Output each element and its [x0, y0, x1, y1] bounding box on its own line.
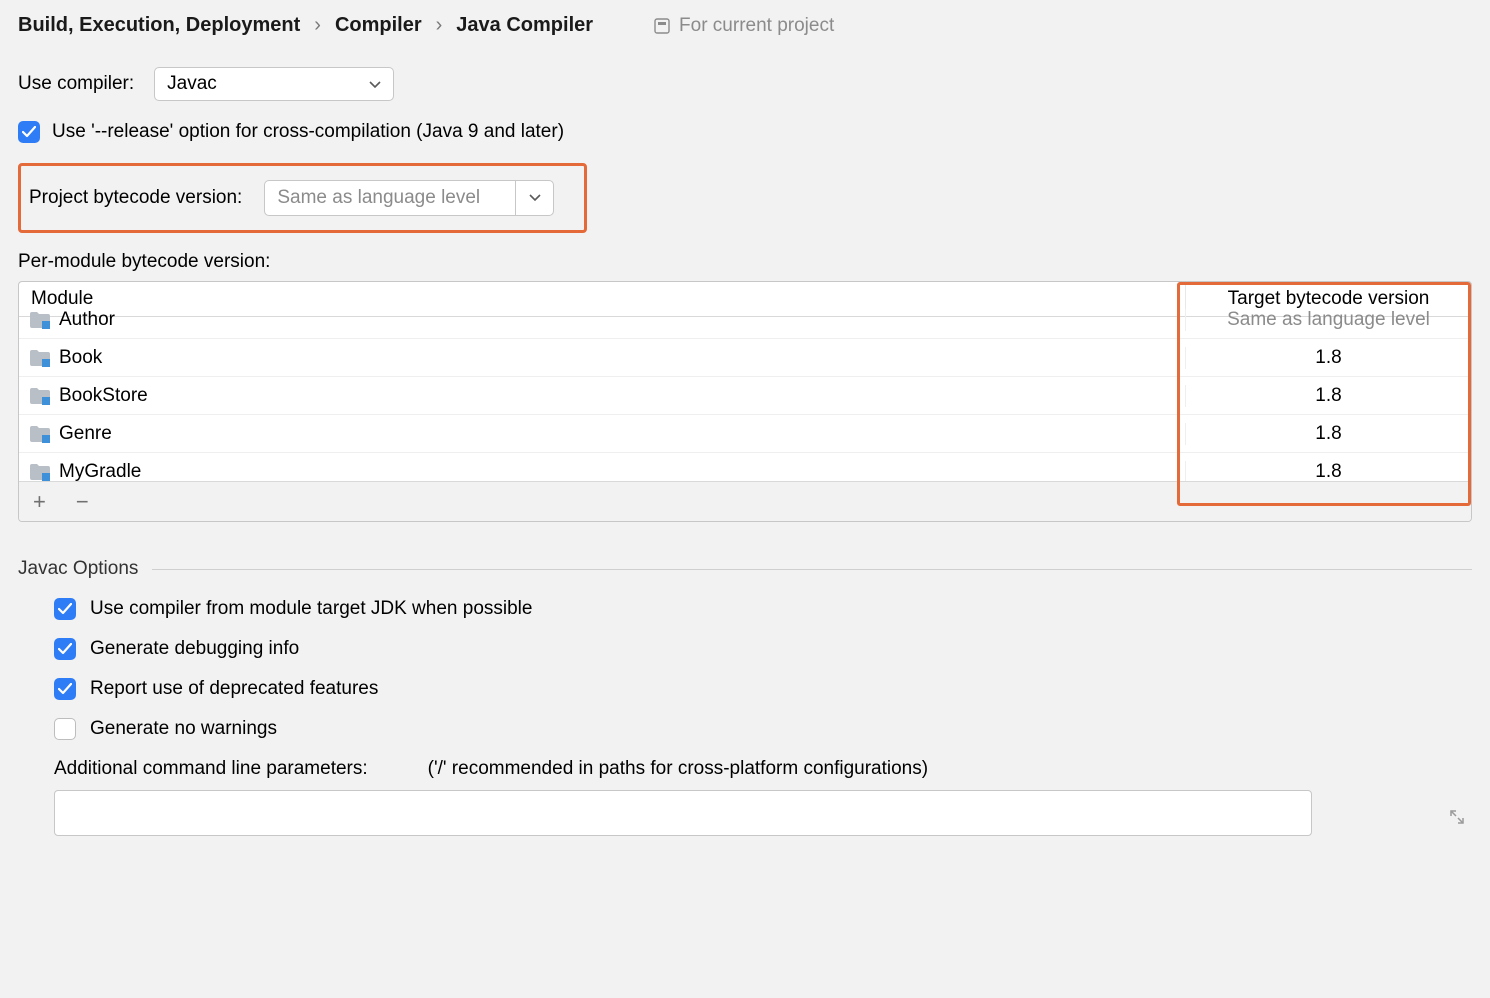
additional-params-row: Additional command line parameters: ('/'…: [18, 758, 1472, 780]
table-row[interactable]: MyGradle 1.8: [19, 453, 1471, 481]
use-module-jdk-label: Use compiler from module target JDK when…: [90, 598, 532, 620]
use-compiler-value: Javac: [167, 73, 217, 95]
add-row-button[interactable]: +: [33, 491, 46, 513]
module-name: Book: [59, 347, 102, 369]
target-bytecode-cell[interactable]: 1.8: [1185, 423, 1471, 445]
opt-use-module-jdk: Use compiler from module target JDK when…: [54, 598, 1472, 620]
table-row[interactable]: Genre 1.8: [19, 415, 1471, 453]
module-cell: Book: [19, 347, 1185, 369]
debug-info-checkbox[interactable]: [54, 638, 76, 660]
release-option-row: Use '--release' option for cross-compila…: [18, 121, 1472, 143]
remove-row-button[interactable]: −: [76, 491, 89, 513]
target-bytecode-cell[interactable]: 1.8: [1185, 385, 1471, 407]
opt-debug-info: Generate debugging info: [54, 638, 1472, 660]
module-folder-icon: [29, 311, 51, 329]
deprecated-checkbox[interactable]: [54, 678, 76, 700]
use-module-jdk-checkbox[interactable]: [54, 598, 76, 620]
javac-options-title: Javac Options: [18, 558, 138, 580]
chevron-right-icon: ›: [436, 14, 443, 37]
opt-no-warnings: Generate no warnings: [54, 718, 1472, 740]
table-toolbar: + −: [19, 481, 1471, 521]
divider-line: [152, 569, 1472, 570]
module-cell: BookStore: [19, 385, 1185, 407]
module-name: MyGradle: [59, 461, 141, 482]
breadcrumb-level-1[interactable]: Build, Execution, Deployment: [18, 14, 300, 37]
additional-params-hint: ('/' recommended in paths for cross-plat…: [428, 758, 928, 780]
javac-options-section: Javac Options: [18, 558, 1472, 580]
module-folder-icon: [29, 349, 51, 367]
project-bytecode-row: Project bytecode version: Same as langua…: [18, 163, 587, 233]
chevron-down-icon: [369, 73, 381, 95]
target-bytecode-cell[interactable]: 1.8: [1185, 461, 1471, 482]
table-body: AuthorSame as language levelBook1.8BookS…: [19, 301, 1471, 481]
project-scope-icon: [653, 17, 671, 35]
header-row: Build, Execution, Deployment › Compiler …: [18, 14, 1472, 37]
release-option-checkbox[interactable]: [18, 121, 40, 143]
opt-deprecated: Report use of deprecated features: [54, 678, 1472, 700]
project-bytecode-value: Same as language level: [265, 181, 515, 215]
module-cell: Genre: [19, 423, 1185, 445]
module-name: Genre: [59, 423, 112, 445]
scope-indicator: For current project: [653, 15, 834, 37]
breadcrumb-level-3: Java Compiler: [456, 14, 593, 37]
module-cell: MyGradle: [19, 461, 1185, 482]
module-cell: Author: [19, 309, 1185, 331]
module-name: Author: [59, 309, 115, 331]
module-bytecode-table: Module Target bytecode version AuthorSam…: [18, 281, 1472, 522]
table-row[interactable]: Book 1.8: [19, 339, 1471, 377]
additional-params-input[interactable]: [54, 790, 1312, 836]
project-bytecode-select[interactable]: Same as language level: [264, 180, 554, 216]
use-compiler-select[interactable]: Javac: [154, 67, 394, 101]
expand-icon[interactable]: [1450, 808, 1464, 830]
release-option-label: Use '--release' option for cross-compila…: [52, 121, 564, 143]
project-bytecode-label: Project bytecode version:: [29, 187, 242, 209]
table-row[interactable]: BookStore 1.8: [19, 377, 1471, 415]
no-warnings-checkbox[interactable]: [54, 718, 76, 740]
target-bytecode-cell[interactable]: 1.8: [1185, 347, 1471, 369]
module-folder-icon: [29, 387, 51, 405]
use-compiler-row: Use compiler: Javac: [18, 67, 1472, 101]
use-compiler-label: Use compiler:: [18, 73, 134, 95]
chevron-down-icon[interactable]: [515, 181, 553, 215]
debug-info-label: Generate debugging info: [90, 638, 299, 660]
scope-label: For current project: [679, 15, 834, 37]
per-module-label: Per-module bytecode version:: [18, 251, 1472, 273]
table-row[interactable]: Author Same as language level: [19, 301, 1471, 339]
additional-params-wrap: [18, 790, 1472, 836]
javac-options-group: Use compiler from module target JDK when…: [18, 598, 1472, 740]
no-warnings-label: Generate no warnings: [90, 718, 277, 740]
deprecated-label: Report use of deprecated features: [90, 678, 378, 700]
module-folder-icon: [29, 463, 51, 481]
chevron-right-icon: ›: [314, 14, 321, 37]
breadcrumb: Build, Execution, Deployment › Compiler …: [18, 14, 593, 37]
target-bytecode-cell[interactable]: Same as language level: [1185, 309, 1471, 331]
additional-params-label: Additional command line parameters:: [54, 758, 368, 780]
breadcrumb-level-2[interactable]: Compiler: [335, 14, 422, 37]
module-folder-icon: [29, 425, 51, 443]
module-name: BookStore: [59, 385, 148, 407]
